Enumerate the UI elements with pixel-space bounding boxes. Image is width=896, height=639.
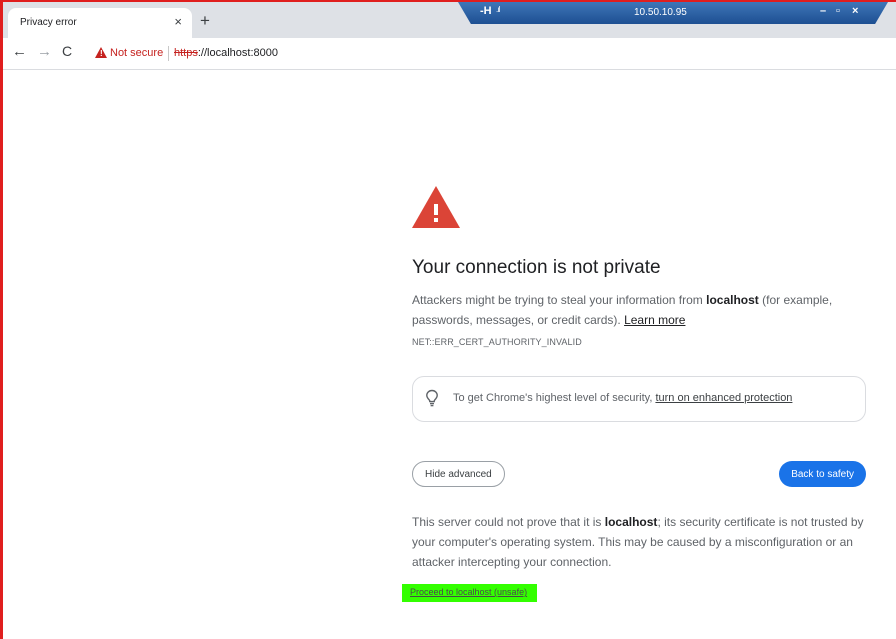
forward-button[interactable]: → xyxy=(37,43,52,60)
advanced-host: localhost xyxy=(604,515,658,529)
learn-more-link[interactable]: Learn more xyxy=(624,313,685,327)
address-bar[interactable]: ! Not secure https://localhost:8000 xyxy=(86,41,892,67)
warning-icon-mark: ! xyxy=(100,49,103,58)
tab-privacy-error[interactable]: Privacy error × xyxy=(8,8,192,38)
close-icon[interactable]: × xyxy=(852,5,858,17)
tab-close-icon[interactable]: × xyxy=(174,14,182,29)
enhanced-text-before: To get Chrome's highest level of securit… xyxy=(453,392,656,404)
proceed-unsafe-link[interactable]: Proceed to localhost (unsafe) xyxy=(402,584,538,602)
new-tab-button[interactable]: + xyxy=(200,12,210,29)
url-scheme: https xyxy=(174,47,198,59)
enhanced-protection-text: To get Chrome's highest level of securit… xyxy=(453,392,792,404)
restore-icon[interactable]: ▫ xyxy=(836,5,840,17)
enhanced-protection-box: To get Chrome's highest level of securit… xyxy=(412,376,866,422)
remote-desktop-bar: -H .ıl 10.50.10.95 – ▫ × xyxy=(458,2,888,24)
enhanced-protection-link[interactable]: turn on enhanced protection xyxy=(655,392,792,404)
lightbulb-icon xyxy=(426,389,438,407)
reload-button[interactable]: C xyxy=(62,43,72,59)
pin-icon[interactable]: -H xyxy=(480,5,492,17)
minimize-icon[interactable]: – xyxy=(820,5,826,17)
omnibox-separator xyxy=(168,46,169,61)
tab-title: Privacy error xyxy=(20,17,77,28)
remote-host-address: 10.50.10.95 xyxy=(634,7,687,18)
intro-host: localhost xyxy=(706,293,759,307)
url-host: ://localhost:8000 xyxy=(197,47,278,59)
page-title: Your connection is not private xyxy=(412,257,661,278)
intro-text: Attackers might be trying to steal your … xyxy=(412,293,707,307)
url-text[interactable]: https://localhost:8000 xyxy=(174,47,278,59)
back-button[interactable]: ← xyxy=(12,43,27,60)
signal-icon: .ıl xyxy=(496,5,500,14)
browser-toolbar: ← → C ! Not secure https://localhost:800… xyxy=(0,38,896,70)
advanced-details-paragraph: This server could not prove that it is l… xyxy=(412,512,866,572)
error-code[interactable]: NET::ERR_CERT_AUTHORITY_INVALID xyxy=(412,337,582,347)
warning-exclamation-icon xyxy=(432,204,440,228)
hide-advanced-button[interactable]: Hide advanced xyxy=(412,461,505,487)
not-secure-label[interactable]: Not secure xyxy=(110,47,163,59)
advanced-text: This server could not prove that it is xyxy=(412,515,605,529)
intro-paragraph: Attackers might be trying to steal your … xyxy=(412,290,866,330)
back-to-safety-button[interactable]: Back to safety xyxy=(779,461,866,487)
